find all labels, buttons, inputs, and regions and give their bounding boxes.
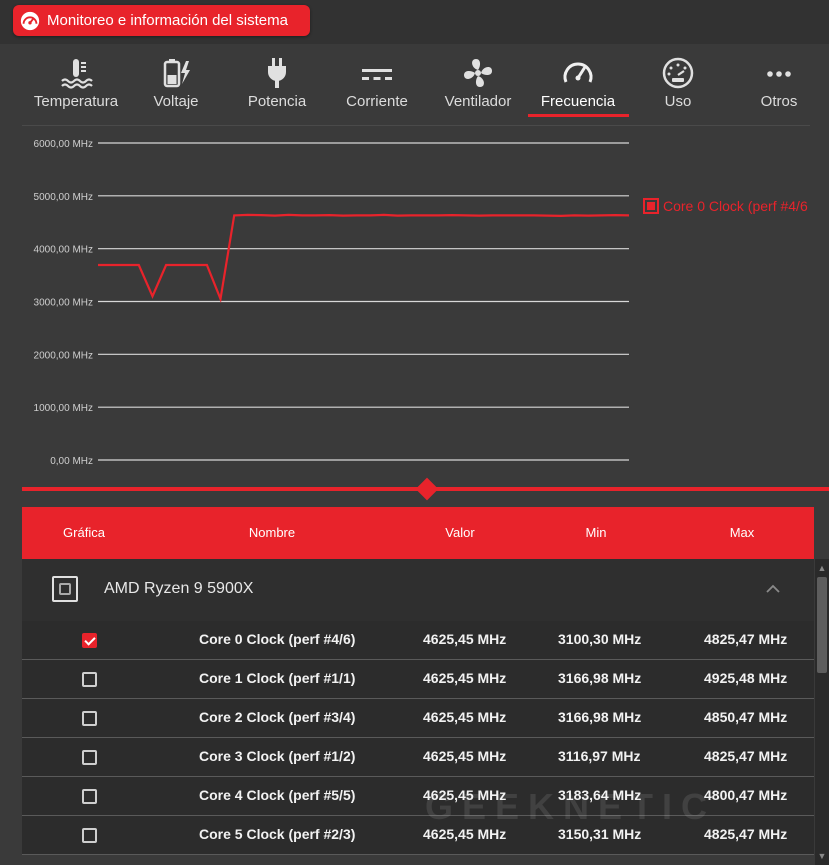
tab-frecuencia[interactable]: Frecuencia	[528, 50, 628, 118]
table-row[interactable]: Core 2 Clock (perf #3/4) 4625,45 MHz 316…	[22, 699, 814, 738]
row-name: Core 3 Clock (perf #1/2)	[199, 748, 356, 764]
device-group-row[interactable]: AMD Ryzen 9 5900X	[22, 559, 814, 621]
legend-label: Core 0 Clock (perf #4/6	[663, 198, 808, 214]
row-graph-checkbox[interactable]	[82, 750, 97, 765]
row-min: 3116,97 MHz	[558, 748, 641, 764]
tab-temperatura[interactable]: Temperatura	[26, 50, 126, 118]
tab-label: Potencia	[247, 93, 307, 110]
row-max: 4850,47 MHz	[704, 709, 788, 725]
y-tick-label: 2000,00 MHz	[34, 350, 93, 361]
scroll-down-icon[interactable]: ▼	[815, 849, 829, 863]
row-name: Core 4 Clock (perf #5/5)	[199, 787, 356, 803]
row-max: 4925,48 MHz	[704, 670, 788, 686]
table-scrollbar[interactable]: ▲ ▼	[815, 559, 829, 865]
col-header-min[interactable]: Min	[546, 507, 646, 559]
row-name: Core 5 Clock (perf #2/3)	[199, 826, 356, 842]
row-min: 3166,98 MHz	[558, 709, 642, 725]
chart-canvas: 6000,00 MHz 5000,00 MHz 4000,00 MHz 3000,00…	[34, 139, 630, 467]
y-tick-label: 4000,00 MHz	[34, 245, 93, 256]
active-tab-indicator	[528, 114, 629, 117]
tabs-divider	[22, 125, 810, 126]
row-graph-checkbox[interactable]	[82, 828, 97, 843]
row-max: 4800,47 MHz	[704, 787, 788, 803]
row-graph-checkbox[interactable]	[82, 711, 97, 726]
device-name: AMD Ryzen 9 5900X	[104, 580, 254, 597]
title-bar: Monitoreo e información del sistema	[0, 0, 829, 44]
fan-icon	[464, 59, 492, 87]
tab-label: Corriente	[346, 93, 408, 110]
row-name: Core 2 Clock (perf #3/4)	[199, 709, 356, 725]
row-graph-checkbox[interactable]	[82, 633, 97, 648]
row-min: 3100,30 MHz	[558, 631, 642, 647]
tab-voltaje[interactable]: Voltaje	[126, 50, 226, 118]
row-name: Core 0 Clock (perf #4/6)	[199, 631, 356, 647]
y-tick-label: 6000,00 MHz	[34, 139, 93, 150]
row-value: 4625,45 MHz	[423, 670, 507, 686]
y-tick-label: 0,00 MHz	[50, 456, 93, 467]
frequency-chart: 6000,00 MHz 5000,00 MHz 4000,00 MHz 3000,00…	[0, 130, 829, 475]
tab-potencia[interactable]: Potencia	[227, 50, 327, 118]
chart-legend[interactable]: Core 0 Clock (perf #4/6	[643, 198, 808, 214]
tab-ventilador[interactable]: Ventilador	[428, 50, 528, 118]
row-value: 4625,45 MHz	[423, 631, 507, 647]
y-tick-label: 3000,00 MHz	[34, 298, 93, 309]
tab-label: Frecuencia	[540, 93, 616, 110]
row-max: 4825,47 MHz	[704, 748, 788, 764]
y-tick-label: 5000,00 MHz	[34, 192, 93, 203]
col-header-valor[interactable]: Valor	[410, 507, 510, 559]
table-header: Gráfica Nombre Valor Min Max	[22, 507, 814, 559]
table-row[interactable]: Core 3 Clock (perf #1/2) 4625,45 MHz 311…	[22, 738, 814, 777]
tab-label: Otros	[760, 93, 798, 110]
tab-uso[interactable]: Uso	[628, 50, 728, 118]
row-min: 3166,98 MHz	[558, 670, 642, 686]
row-max: 4825,47 MHz	[704, 631, 788, 647]
row-value: 4625,45 MHz	[423, 748, 507, 764]
tab-label: Uso	[664, 93, 692, 110]
more-dots-icon	[767, 71, 791, 77]
scroll-thumb[interactable]	[817, 577, 827, 673]
app-title: Monitoreo e información del sistema	[47, 12, 288, 29]
row-graph-checkbox[interactable]	[82, 672, 97, 687]
watermark-logo: GEEKNETIC	[425, 786, 717, 827]
row-name: Core 1 Clock (perf #1/1)	[199, 670, 356, 686]
group-checkbox[interactable]	[52, 576, 78, 602]
series-line	[98, 213, 630, 303]
table-row[interactable]: Core 1 Clock (perf #1/1) 4625,45 MHz 316…	[22, 660, 814, 699]
gauge-icon	[20, 11, 40, 30]
battery-bolt-icon	[163, 59, 190, 88]
plug-icon	[268, 58, 286, 88]
speedometer-icon	[563, 62, 593, 83]
col-header-max[interactable]: Max	[692, 507, 792, 559]
row-graph-checkbox[interactable]	[82, 789, 97, 804]
chevron-up-icon[interactable]	[765, 581, 781, 597]
splitter-handle[interactable]	[415, 477, 439, 501]
tab-label: Voltaje	[153, 93, 199, 110]
row-value: 4625,45 MHz	[423, 709, 507, 725]
col-header-grafica[interactable]: Gráfica	[22, 507, 146, 559]
dc-current-icon	[362, 69, 392, 80]
tab-corriente[interactable]: Corriente	[327, 50, 427, 118]
table-row[interactable]: Core 0 Clock (perf #4/6) 4625,45 MHz 310…	[22, 621, 814, 660]
usage-gauge-icon	[662, 57, 694, 89]
tab-label: Temperatura	[33, 93, 119, 110]
sensor-tabs: Temperatura Voltaje Potencia Corriente V…	[0, 50, 829, 120]
legend-swatch	[643, 198, 659, 214]
scroll-up-icon[interactable]: ▲	[815, 561, 829, 575]
col-header-nombre[interactable]: Nombre	[172, 507, 372, 559]
y-tick-label: 1000,00 MHz	[34, 403, 93, 414]
row-max: 4825,47 MHz	[704, 826, 788, 842]
app-title-pill: Monitoreo e información del sistema	[13, 5, 310, 36]
tab-label: Ventilador	[444, 93, 512, 110]
tab-otros[interactable]: Otros	[729, 50, 829, 118]
thermometer-water-icon	[61, 59, 93, 89]
